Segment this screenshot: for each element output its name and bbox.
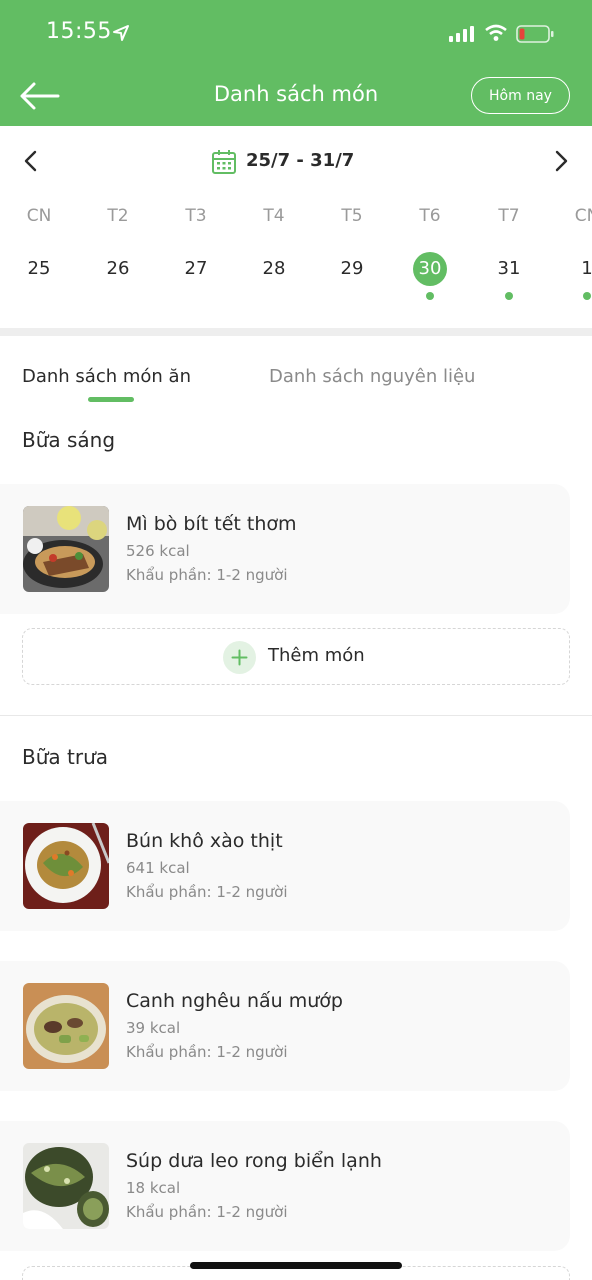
- day-number: 31: [497, 258, 521, 279]
- day-name: T4: [263, 206, 285, 226]
- dish-name: Bún khô xào thịt: [126, 830, 283, 852]
- status-time: 15:55: [46, 19, 112, 44]
- day-item[interactable]: CN 1: [562, 200, 592, 300]
- dish-image: [23, 983, 109, 1069]
- section-divider: [0, 715, 592, 716]
- dish-kcal: 641 kcal: [126, 859, 190, 877]
- dish-card[interactable]: Súp dưa leo rong biển lạnh 18 kcal Khẩu …: [0, 1121, 570, 1251]
- add-dish-button[interactable]: Thêm món: [22, 628, 570, 685]
- breakfast-title: Bữa sáng: [22, 428, 116, 452]
- dish-image: [23, 823, 109, 909]
- tab-ingredient-list[interactable]: Danh sách nguyên liệu: [269, 366, 475, 387]
- wifi-icon: [485, 24, 507, 41]
- dish-name: Mì bò bít tết thơm: [126, 513, 297, 535]
- lunch-title: Bữa trưa: [22, 745, 109, 769]
- dish-portion: Khẩu phần: 1-2 người: [126, 883, 288, 901]
- dish-image: [23, 1143, 109, 1229]
- section-separator: [0, 328, 592, 336]
- day-name: T7: [498, 206, 520, 226]
- day-number: 1: [581, 258, 592, 279]
- day-name: T5: [341, 206, 363, 226]
- dish-card[interactable]: Mì bò bít tết thơm 526 kcal Khẩu phần: 1…: [0, 484, 570, 614]
- tab-food-list[interactable]: Danh sách món ăn: [22, 366, 191, 387]
- location-arrow-icon: [113, 25, 129, 41]
- dish-name: Canh nghêu nấu mướp: [126, 990, 343, 1012]
- plus-icon: [223, 641, 256, 674]
- dish-kcal: 39 kcal: [126, 1019, 181, 1037]
- chevron-right-icon[interactable]: [550, 149, 572, 173]
- day-name: T6: [419, 206, 441, 226]
- day-number: 29: [340, 258, 364, 279]
- calendar-icon: [212, 150, 236, 174]
- dish-card[interactable]: Bún khô xào thịt 641 kcal Khẩu phần: 1-2…: [0, 801, 570, 931]
- day-item[interactable]: T2 26: [93, 200, 143, 286]
- dish-card[interactable]: Canh nghêu nấu mướp 39 kcal Khẩu phần: 1…: [0, 961, 570, 1091]
- app-header: 15:55 Danh sách món Hôm nay: [0, 0, 592, 126]
- dish-name: Súp dưa leo rong biển lạnh: [126, 1150, 382, 1172]
- cellular-signal-icon: [449, 26, 474, 42]
- meal-planned-dot: [505, 292, 513, 300]
- add-dish-label: Thêm món: [268, 645, 365, 666]
- week-navigation: 25/7 - 31/7: [0, 140, 592, 184]
- meal-planned-dot: [583, 292, 591, 300]
- dish-image: [23, 506, 109, 592]
- day-number: 27: [184, 258, 208, 279]
- home-indicator: [190, 1262, 402, 1269]
- day-name: T3: [185, 206, 207, 226]
- today-button[interactable]: Hôm nay: [471, 77, 570, 114]
- day-item[interactable]: CN 25: [14, 200, 64, 286]
- day-item[interactable]: T7 31: [484, 200, 534, 300]
- day-item[interactable]: T3 27: [171, 200, 221, 286]
- day-number: 26: [106, 258, 130, 279]
- day-name: T2: [107, 206, 129, 226]
- day-item[interactable]: T4 28: [249, 200, 299, 286]
- day-name: CN: [574, 206, 592, 226]
- dish-portion: Khẩu phần: 1-2 người: [126, 1043, 288, 1061]
- day-strip: CN 25 T2 26 T3 27 T4 28 T5 29 T6 30 T7 3…: [0, 200, 592, 310]
- day-item-selected[interactable]: T6 30: [405, 200, 455, 300]
- meal-planned-dot: [426, 292, 434, 300]
- day-number: 25: [27, 258, 51, 279]
- dish-kcal: 18 kcal: [126, 1179, 181, 1197]
- week-range: 25/7 - 31/7: [246, 150, 355, 171]
- chevron-left-icon[interactable]: [20, 149, 42, 173]
- dish-portion: Khẩu phần: 1-2 người: [126, 1203, 288, 1221]
- dish-kcal: 526 kcal: [126, 542, 190, 560]
- day-number: 30: [413, 252, 447, 286]
- battery-icon: [516, 25, 554, 43]
- day-name: CN: [26, 206, 52, 226]
- day-number: 28: [262, 258, 286, 279]
- dish-portion: Khẩu phần: 1-2 người: [126, 566, 288, 584]
- active-tab-indicator: [88, 397, 134, 402]
- day-item[interactable]: T5 29: [327, 200, 377, 286]
